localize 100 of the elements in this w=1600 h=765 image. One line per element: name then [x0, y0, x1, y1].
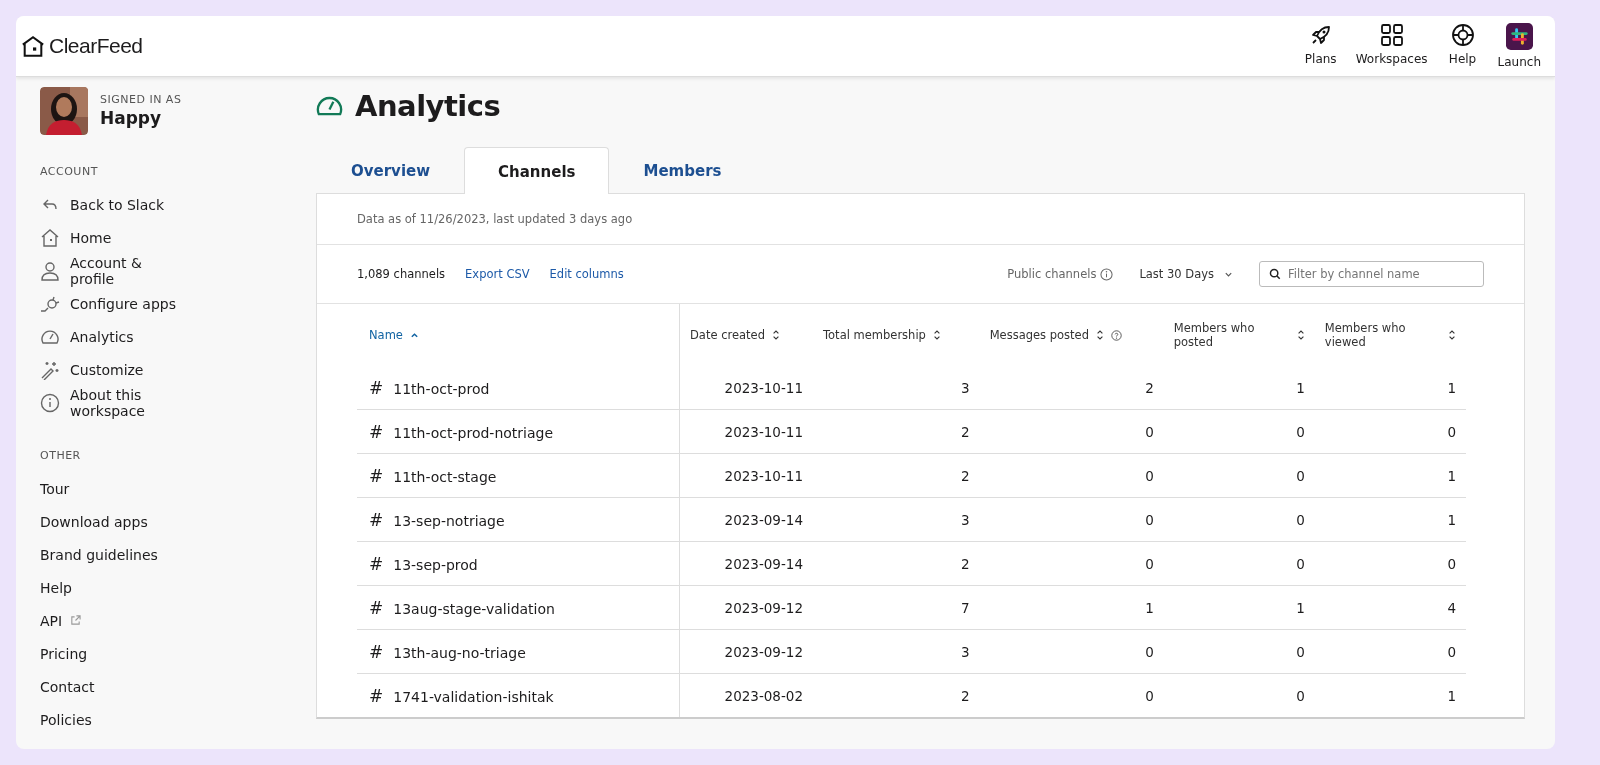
sidebar-item[interactable]: Configure apps [40, 287, 316, 320]
table-cell: 2023-09-12 [724, 599, 803, 616]
table-cell: 2 [961, 467, 970, 484]
table-cell: 1 [1447, 467, 1456, 484]
table-cell: 0 [1447, 555, 1456, 572]
table-cell: 0 [1296, 511, 1305, 528]
page-title: Analytics [355, 89, 501, 123]
sidebar-item[interactable]: Customize [40, 353, 316, 386]
table-cell: 2023-09-14 [724, 555, 803, 572]
nav-button[interactable]: Help [1441, 23, 1484, 69]
sidebar-item[interactable]: Download apps [40, 505, 316, 538]
channel-name[interactable]: 13-sep-prod [393, 556, 478, 573]
table-cell: 0 [1296, 643, 1305, 660]
table-cell: 2023-09-12 [724, 643, 803, 660]
table-cell: 1 [1145, 599, 1154, 616]
channel-name[interactable]: 13aug-stage-validation [393, 600, 555, 617]
search-icon [1269, 268, 1281, 280]
sidebar-label: Brand guidelines [40, 546, 158, 563]
sidebar-label: Back to Slack [70, 196, 165, 213]
column-header[interactable]: Members who posted [1173, 321, 1264, 349]
channel-name[interactable]: 11th-oct-stage [393, 468, 497, 485]
table-cell: 0 [1145, 511, 1154, 528]
table-cell: 0 [1145, 467, 1154, 484]
launch-button[interactable]: Launch [1497, 23, 1541, 69]
toolbar-link[interactable]: Edit columns [549, 267, 624, 281]
app-icon [1505, 23, 1533, 50]
tab[interactable]: Members [609, 147, 756, 193]
column-header[interactable]: Name [369, 328, 403, 342]
sidebar-label: API [40, 612, 63, 629]
column-header[interactable]: Date created [690, 328, 765, 342]
table-cell: 3 [961, 379, 970, 396]
tab[interactable]: Overview [317, 147, 465, 193]
person-icon [40, 260, 60, 281]
section-heading: ACCOUNT [40, 165, 99, 178]
table-cell: 0 [1447, 423, 1456, 440]
sidebar-item[interactable]: Policies [40, 703, 316, 736]
data-note: Data as of 11/26/2023, last updated 3 days ago [357, 212, 633, 226]
table-cell: 1 [1296, 599, 1305, 616]
nav-button[interactable]: Plans [1299, 23, 1342, 69]
sidebar-label: Help [40, 579, 72, 596]
sidebar-item[interactable]: API [40, 604, 316, 637]
table-cell: 0 [1296, 555, 1305, 572]
tab[interactable]: Channels [464, 147, 610, 194]
sidebar-item[interactable]: Help [40, 571, 316, 604]
sidebar-item[interactable]: Contact [40, 670, 316, 703]
home-icon [40, 227, 60, 248]
sort-icon [771, 329, 780, 341]
toolbar-link[interactable]: Export CSV [465, 267, 530, 281]
channel-name[interactable]: 13-sep-notriage [393, 512, 505, 529]
signed-in-caption: SIGNED IN AS [100, 93, 182, 106]
table-cell: 0 [1145, 687, 1154, 704]
sidebar-item[interactable]: Back to Slack [40, 188, 316, 221]
sidebar-label: Download apps [40, 513, 148, 530]
hash-icon: # [369, 641, 384, 662]
table-cell: 3 [961, 643, 970, 660]
sidebar-label: About this workspace [70, 386, 146, 419]
range-dropdown[interactable]: Last 30 Days [1133, 266, 1239, 282]
sidebar-item[interactable]: Pricing [40, 637, 316, 670]
sidebar-item[interactable]: Tour [40, 472, 316, 505]
hash-icon: # [369, 685, 384, 706]
sidebar-label: Contact [40, 678, 95, 695]
sort-icon [1448, 329, 1456, 341]
table-cell: 0 [1145, 555, 1154, 572]
column-header[interactable]: Total membership [823, 328, 926, 342]
sidebar-label: Analytics [70, 328, 134, 345]
sidebar-item[interactable]: Home [40, 221, 316, 254]
channel-name[interactable]: 11th-oct-prod [393, 380, 490, 397]
table-cell: 2 [961, 423, 970, 440]
sidebar-label: Policies [40, 711, 92, 728]
sidebar-item[interactable]: About this workspace [40, 386, 316, 419]
channel-name[interactable]: 11th-oct-prod-notriage [393, 424, 554, 441]
sort-icon [1296, 329, 1305, 341]
hash-icon: # [369, 421, 384, 442]
table-cell: 2023-10-11 [724, 379, 803, 396]
hash-icon: # [369, 509, 384, 530]
user-name: Happy [100, 108, 163, 128]
info-icon [1100, 267, 1114, 281]
sidebar-item[interactable]: Analytics [40, 320, 316, 353]
column-header[interactable]: Messages posted [989, 328, 1089, 342]
table-cell: 2023-08-02 [724, 687, 803, 704]
table-cell: 2023-10-11 [724, 423, 803, 440]
channel-name[interactable]: 13th-aug-no-triage [393, 644, 526, 661]
sidebar-label: Tour [40, 480, 70, 497]
table-cell: 2 [961, 687, 970, 704]
search-field[interactable]: Filter by channel name [1259, 261, 1484, 287]
table-cell: 2 [1145, 379, 1154, 396]
table-cell: 0 [1296, 423, 1305, 440]
info-icon [40, 392, 60, 413]
nav-button[interactable]: Workspaces [1355, 23, 1428, 69]
table-cell: 2023-09-14 [724, 511, 803, 528]
sidebar-item[interactable]: Account & profile [40, 254, 316, 287]
column-header[interactable]: Members who viewed [1324, 321, 1415, 349]
hash-icon: # [369, 597, 384, 618]
sidebar-label: Account & profile [70, 254, 143, 287]
channel-name[interactable]: 1741-validation-ishitak [393, 688, 554, 705]
section-heading: OTHER [40, 449, 82, 462]
sort-ascending-icon [409, 330, 419, 340]
table-cell: 0 [1296, 687, 1305, 704]
sidebar-item[interactable]: Brand guidelines [40, 538, 316, 571]
sidebar-label: Configure apps [70, 295, 176, 312]
